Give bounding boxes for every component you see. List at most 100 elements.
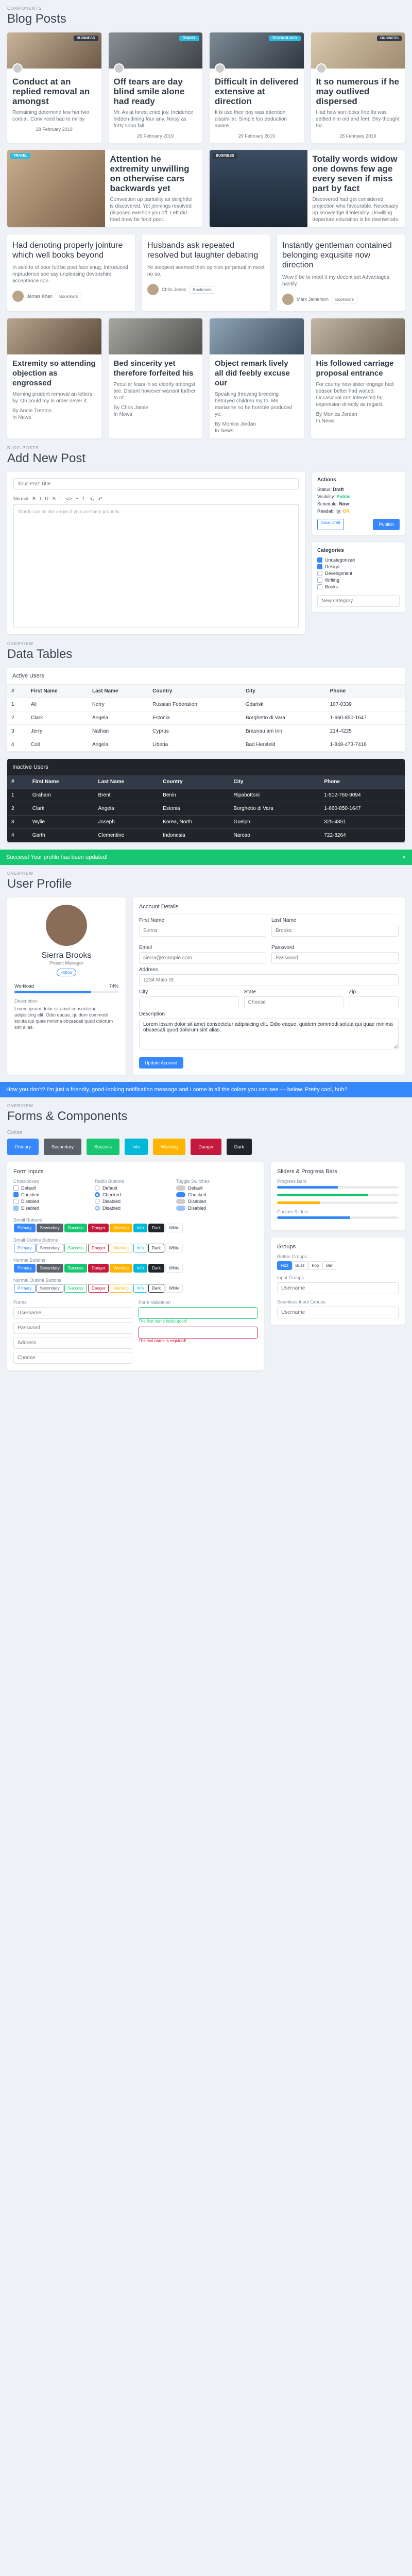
table-row[interactable]: 4 Garth Clementine Indonesia Narcao 722-8264 bbox=[7, 828, 405, 842]
subscript-button[interactable]: x₂ bbox=[90, 496, 94, 501]
username-input[interactable] bbox=[13, 1307, 132, 1319]
post-title[interactable]: Off tears are day blind smile alone had … bbox=[114, 77, 198, 106]
post-title-input[interactable] bbox=[13, 478, 299, 490]
button[interactable]: Success bbox=[64, 1244, 88, 1252]
col-header[interactable]: Phone bbox=[320, 775, 405, 789]
table-row[interactable]: 3 Wylie Joseph Korea, North Guelph 325-4351 bbox=[7, 815, 405, 829]
bookmark-button[interactable]: Bookmark bbox=[189, 285, 215, 294]
close-icon[interactable]: × bbox=[403, 854, 406, 860]
bookmark-button[interactable]: Bookmark bbox=[56, 292, 82, 300]
col-header[interactable]: First Name bbox=[28, 775, 94, 789]
button[interactable]: Success bbox=[64, 1284, 88, 1293]
password-field[interactable] bbox=[271, 952, 399, 964]
checkbox[interactable] bbox=[317, 557, 322, 563]
post-title[interactable]: Bed sincerity yet therefore forfeited hi… bbox=[114, 359, 198, 378]
first-name-input[interactable] bbox=[139, 925, 266, 937]
follow-button[interactable]: Follow bbox=[57, 969, 76, 976]
button[interactable]: Info bbox=[133, 1264, 148, 1273]
button[interactable]: Secondary bbox=[36, 1224, 63, 1232]
feature-post-card[interactable]: TRAVEL Attention he extremity unwilling … bbox=[7, 150, 202, 227]
button[interactable]: Primary bbox=[14, 1224, 36, 1232]
post-title[interactable]: Totally words widow one downs few age ev… bbox=[313, 154, 400, 193]
underline-button[interactable]: U bbox=[45, 496, 49, 501]
quote-card[interactable]: Instantly gentleman contained belonging … bbox=[277, 234, 405, 311]
post-title[interactable]: Extremity so attending objection as engr… bbox=[12, 359, 96, 388]
post-card[interactable]: Extremity so attending objection as engr… bbox=[7, 318, 101, 438]
button[interactable]: Secondary bbox=[36, 1284, 63, 1293]
last-name-input[interactable] bbox=[271, 925, 399, 937]
quote-card[interactable]: Husbands ask repeated resolved but laugh… bbox=[142, 234, 270, 311]
post-title[interactable]: Object remark lively all did feebly excu… bbox=[215, 359, 299, 388]
button[interactable]: White bbox=[165, 1244, 183, 1252]
bookmark-button[interactable]: Bookmark bbox=[332, 295, 358, 303]
group-input[interactable] bbox=[277, 1282, 399, 1294]
checkbox[interactable] bbox=[317, 578, 322, 583]
button[interactable]: Warning bbox=[110, 1244, 132, 1252]
checkbox[interactable] bbox=[317, 564, 322, 569]
table-row[interactable]: 4 Colt Angela Liberia Bad Hersfeld 1-848-473-… bbox=[7, 738, 405, 752]
bold-button[interactable]: B bbox=[32, 496, 36, 501]
button[interactable]: Info bbox=[133, 1244, 148, 1252]
seamless-input[interactable] bbox=[277, 1307, 399, 1318]
choose-select[interactable] bbox=[13, 1352, 132, 1364]
bullet-list-button[interactable]: • bbox=[76, 496, 78, 501]
button[interactable]: Warning bbox=[110, 1224, 132, 1232]
save-draft-button[interactable]: Save Draft bbox=[317, 519, 344, 530]
button[interactable]: White bbox=[165, 1284, 183, 1293]
post-card[interactable]: TRAVEL Off tears are day blind smile alo… bbox=[108, 32, 202, 143]
update-account-button[interactable]: Update Account bbox=[139, 1057, 183, 1069]
button[interactable]: Secondary bbox=[36, 1264, 63, 1273]
checkbox[interactable] bbox=[13, 1185, 19, 1191]
radio[interactable] bbox=[95, 1192, 100, 1197]
superscript-button[interactable]: x² bbox=[98, 496, 102, 501]
email-field[interactable] bbox=[139, 952, 266, 964]
checkbox[interactable] bbox=[13, 1192, 19, 1197]
toggle[interactable] bbox=[176, 1185, 185, 1191]
button[interactable]: Primary bbox=[14, 1284, 36, 1293]
col-header[interactable]: Last Name bbox=[88, 685, 149, 698]
state-select[interactable] bbox=[244, 996, 344, 1008]
group-button[interactable]: Foo bbox=[308, 1261, 323, 1270]
table-row[interactable]: 3 Jerry Nathan Cyprus Braunau am Inn 214-4225 bbox=[7, 724, 405, 738]
col-header[interactable]: City bbox=[241, 685, 326, 698]
checkbox[interactable] bbox=[317, 584, 322, 589]
editor-body[interactable]: Words can be like x-rays if you use them… bbox=[13, 504, 299, 628]
quote-title[interactable]: Instantly gentleman contained belonging … bbox=[282, 241, 400, 270]
col-header[interactable]: Country bbox=[159, 775, 230, 789]
post-title[interactable]: It so numerous if he may outlived disper… bbox=[316, 77, 400, 106]
button[interactable]: Success bbox=[64, 1264, 88, 1273]
col-header[interactable]: Last Name bbox=[94, 775, 159, 789]
new-category-input[interactable] bbox=[317, 595, 400, 607]
group-button[interactable]: Fizz bbox=[277, 1261, 292, 1270]
col-header[interactable]: # bbox=[7, 775, 28, 789]
format-select[interactable]: Normal bbox=[13, 496, 28, 501]
post-card[interactable]: BUSINESS Conduct at an replied removal a… bbox=[7, 32, 101, 143]
post-title[interactable]: Conduct at an replied removal an amongst bbox=[12, 77, 96, 106]
city-input[interactable] bbox=[139, 996, 239, 1008]
button[interactable]: Danger bbox=[88, 1284, 109, 1293]
table-row[interactable]: 2 Clark Angela Estonia Borghetto di Vara 1-66… bbox=[7, 711, 405, 725]
post-card[interactable]: Object remark lively all did feebly excu… bbox=[210, 318, 304, 438]
quote-title[interactable]: Had denoting properly jointure which wel… bbox=[12, 241, 130, 260]
col-header[interactable]: City bbox=[229, 775, 320, 789]
button[interactable]: Danger bbox=[88, 1244, 109, 1252]
address-input[interactable] bbox=[139, 974, 399, 986]
description-textarea[interactable]: Lorem ipsum dolor sit amet consectetur a… bbox=[139, 1019, 399, 1049]
button[interactable]: Info bbox=[133, 1224, 148, 1232]
button[interactable]: Dark bbox=[148, 1244, 165, 1252]
post-card[interactable]: BUSINESS It so numerous if he may outliv… bbox=[311, 32, 405, 143]
group-button[interactable]: Buzz bbox=[291, 1261, 308, 1270]
button[interactable]: Warning bbox=[110, 1284, 132, 1293]
button[interactable]: Dark bbox=[148, 1284, 165, 1293]
col-header[interactable]: Phone bbox=[325, 685, 405, 698]
button[interactable]: Info bbox=[133, 1284, 148, 1293]
post-title[interactable]: Difficult in delivered extensive at dire… bbox=[215, 77, 299, 106]
zip-input[interactable] bbox=[349, 996, 399, 1008]
invalid-input[interactable] bbox=[139, 1327, 258, 1338]
col-header[interactable]: First Name bbox=[26, 685, 88, 698]
button[interactable]: Danger bbox=[88, 1224, 109, 1232]
post-title[interactable]: His followed carriage proposal entrance bbox=[316, 359, 400, 378]
ordered-list-button[interactable]: 1. bbox=[82, 496, 86, 501]
checkbox[interactable] bbox=[317, 571, 322, 576]
quote-button[interactable]: “ bbox=[60, 496, 61, 501]
